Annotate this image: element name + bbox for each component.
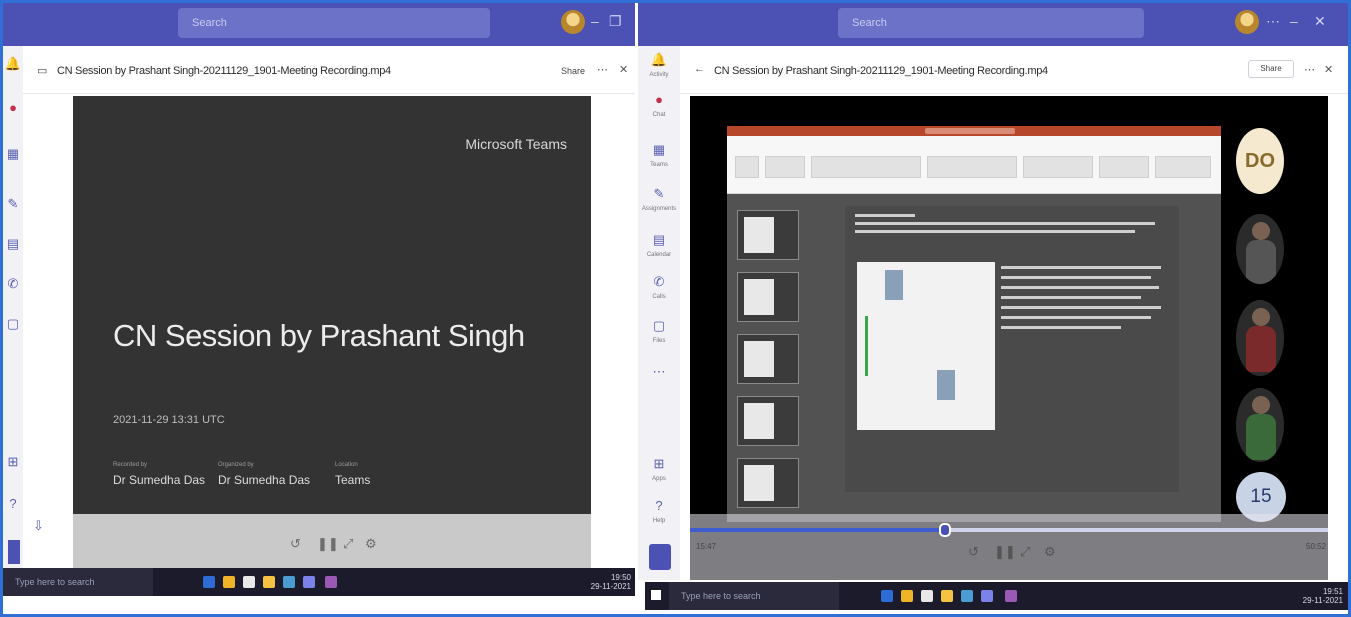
screenshot-border [0, 0, 1351, 617]
